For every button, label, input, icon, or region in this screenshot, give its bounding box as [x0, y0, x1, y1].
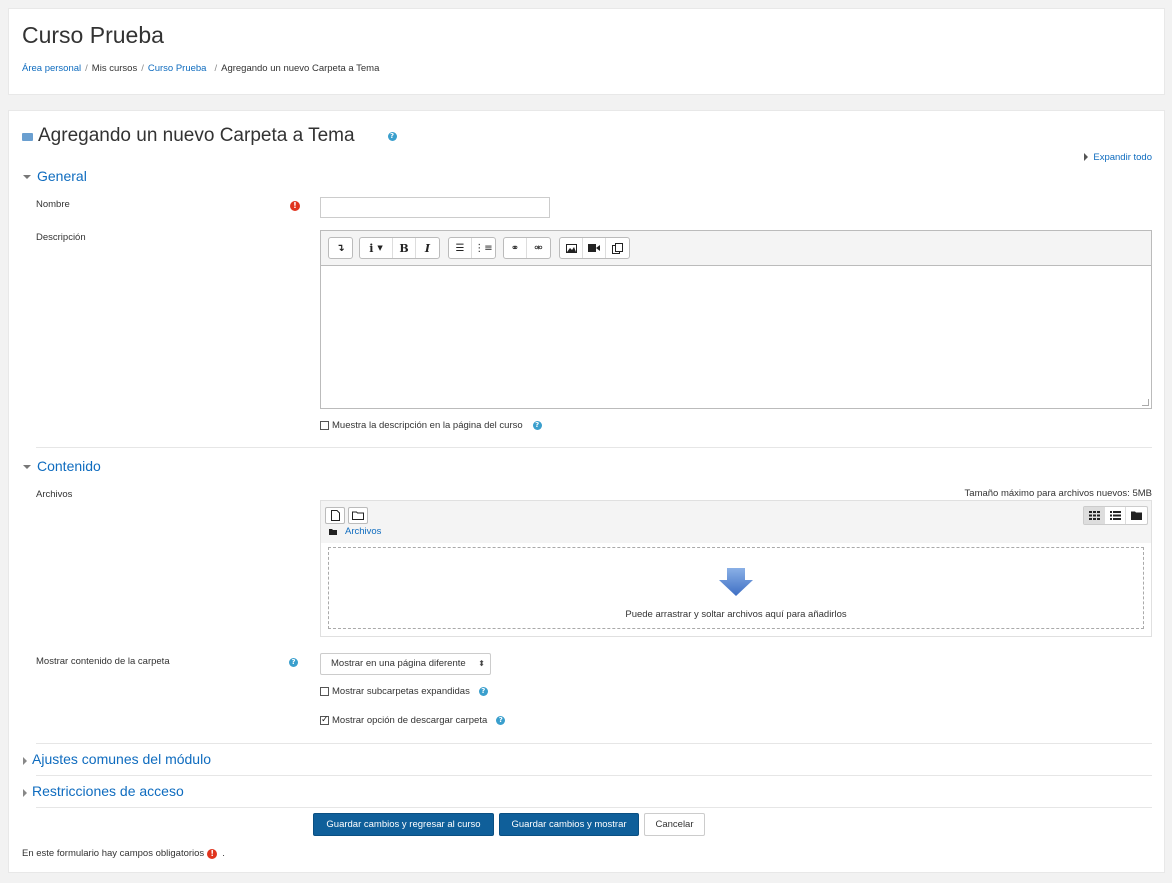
select-arrows-icon: ⬍	[478, 659, 485, 668]
subfolders-row: Mostrar subcarpetas expandidas ?	[320, 686, 488, 697]
max-file-size: Tamaño máximo para archivos nuevos: 5MB	[964, 488, 1152, 499]
video-icon[interactable]	[583, 238, 606, 258]
divider	[36, 807, 1152, 808]
show-description-label: Muestra la descripción en la página del …	[332, 420, 523, 431]
add-file-icon[interactable]	[325, 507, 345, 524]
breadcrumb-curso-prueba[interactable]: Curso Prueba	[148, 63, 207, 74]
drop-zone-text: Puede arrastrar y soltar archivos aquí p…	[625, 609, 847, 620]
save-return-button[interactable]: Guardar cambios y regresar al curso	[313, 813, 494, 836]
descripcion-label: Descripción	[36, 232, 86, 243]
help-icon[interactable]: ?	[532, 421, 542, 430]
caret-right-icon	[1084, 153, 1089, 161]
tree-view-icon[interactable]	[1126, 507, 1147, 524]
caret-right-icon	[23, 757, 27, 765]
breadcrumb-current: Agregando un nuevo Carpeta a Tema	[221, 63, 380, 74]
folder-icon	[22, 133, 33, 141]
divider	[36, 447, 1152, 448]
cancel-button[interactable]: Cancelar	[644, 813, 705, 836]
archivos-label: Archivos	[36, 489, 73, 500]
file-path-root[interactable]: Archivos	[345, 526, 381, 537]
file-path: Archivos	[329, 526, 381, 537]
required-icon: !	[207, 848, 218, 859]
page-heading-text: Agregando un nuevo Carpeta a Tema	[38, 125, 355, 146]
unordered-list-icon[interactable]: ☰	[449, 238, 472, 258]
toolbar-toggle-icon[interactable]: ↴	[329, 238, 352, 258]
unlink-icon[interactable]: ⚮	[527, 238, 550, 258]
form-card: Agregando un nuevo Carpeta a Tema ? Expa…	[8, 110, 1165, 873]
ordered-list-icon[interactable]: ⋮≡	[472, 238, 495, 258]
resize-handle[interactable]	[1142, 399, 1149, 406]
editor-toolbar: ↴ i ▼ B I ☰ ⋮≡ ⚭ ⚮	[321, 231, 1151, 266]
help-icon[interactable]: ?	[478, 687, 488, 696]
divider	[36, 775, 1152, 776]
page-heading: Agregando un nuevo Carpeta a Tema ?	[22, 125, 397, 147]
caret-down-icon	[23, 175, 31, 179]
download-label: Mostrar opción de descargar carpeta	[332, 715, 488, 726]
file-manager: Archivos Puede arrastrar y soltar archiv…	[320, 500, 1152, 637]
nombre-input[interactable]	[320, 197, 550, 218]
subfolders-label: Mostrar subcarpetas expandidas	[332, 686, 470, 697]
course-title: Curso Prueba	[22, 22, 164, 48]
view-switcher	[1083, 506, 1148, 525]
create-folder-icon[interactable]	[348, 507, 368, 524]
save-display-button[interactable]: Guardar cambios y mostrar	[499, 813, 639, 836]
down-arrow-icon	[719, 568, 753, 596]
required-icon: !	[290, 201, 300, 211]
section-contenido-toggle[interactable]: Contenido	[23, 458, 101, 474]
section-restricciones-toggle[interactable]: Restricciones de acceso	[23, 783, 184, 799]
help-icon[interactable]: ?	[496, 716, 506, 725]
divider	[36, 743, 1152, 744]
list-view-icon[interactable]	[1105, 507, 1126, 524]
section-ajustes-toggle[interactable]: Ajustes comunes del módulo	[23, 751, 211, 767]
section-general-toggle[interactable]: General	[23, 168, 87, 184]
description-editor: ↴ i ▼ B I ☰ ⋮≡ ⚭ ⚮	[320, 230, 1152, 409]
breadcrumb-area-personal[interactable]: Área personal	[22, 63, 81, 74]
italic-icon[interactable]: I	[416, 238, 439, 258]
info-style-icon[interactable]: i ▼	[360, 238, 393, 258]
expand-all-link[interactable]: Expandir todo	[1084, 152, 1152, 163]
download-row: Mostrar opción de descargar carpeta ?	[320, 714, 506, 726]
nombre-label: Nombre	[36, 199, 70, 210]
required-fields-note: En este formulario hay campos obligatori…	[22, 848, 225, 859]
show-description-row: Muestra la descripción en la página del …	[320, 420, 542, 431]
page-header: Curso Prueba Área personal / Mis cursos / Cu…	[8, 8, 1165, 95]
caret-right-icon	[23, 789, 27, 797]
bold-icon[interactable]: B	[393, 238, 416, 258]
manage-files-icon[interactable]	[606, 238, 629, 258]
breadcrumb-mis-cursos[interactable]: Mis cursos	[92, 63, 137, 74]
help-icon[interactable]: ?	[289, 658, 298, 667]
breadcrumb: Área personal / Mis cursos / Curso Prueba / Ag…	[22, 63, 380, 74]
file-drop-zone[interactable]: Puede arrastrar y soltar archivos aquí p…	[328, 547, 1144, 629]
download-checkbox[interactable]	[320, 714, 329, 725]
caret-down-icon	[23, 465, 31, 469]
image-icon[interactable]	[560, 238, 583, 258]
link-icon[interactable]: ⚭	[504, 238, 527, 258]
subfolders-checkbox[interactable]	[320, 687, 329, 696]
display-mode-select[interactable]: Mostrar en una página diferente ⬍	[320, 653, 491, 675]
folder-icon	[329, 528, 337, 535]
mostrar-contenido-label: Mostrar contenido de la carpeta	[36, 656, 170, 667]
icons-view-icon[interactable]	[1084, 507, 1105, 524]
help-icon[interactable]: ?	[387, 131, 397, 141]
show-description-checkbox[interactable]	[320, 421, 329, 430]
